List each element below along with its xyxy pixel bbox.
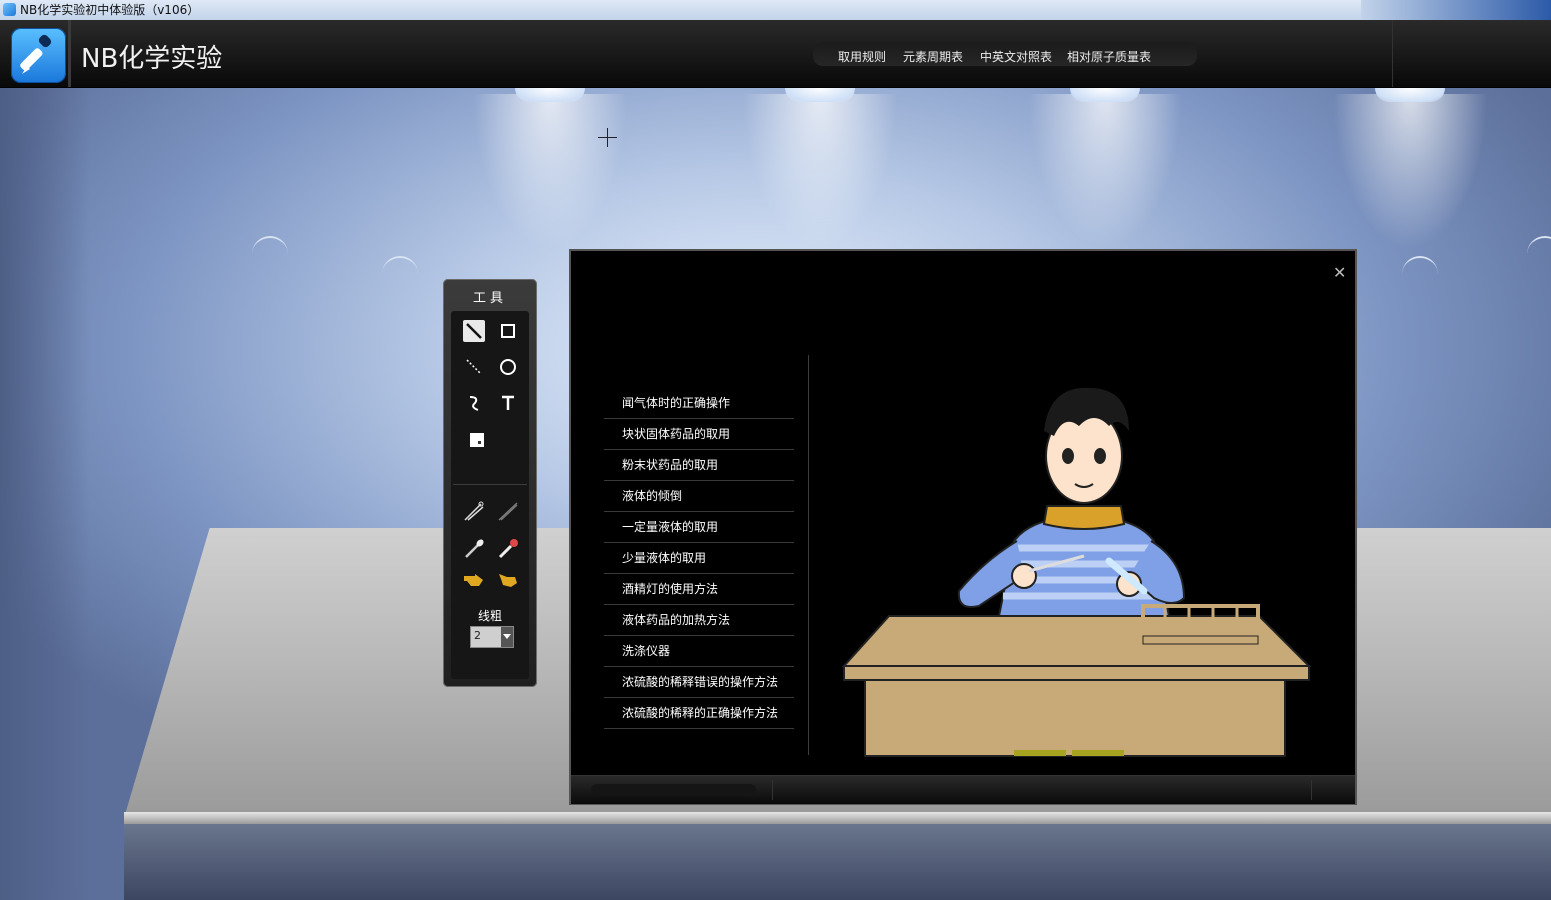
menu-item[interactable]: 酒精灯的使用方法 (604, 574, 794, 605)
nav-access-rules[interactable]: 取用规则 (838, 50, 886, 64)
chevron-down-icon[interactable] (501, 627, 513, 647)
spoon-tool[interactable] (463, 538, 485, 560)
menu-item[interactable]: 闻气体时的正确操作 (604, 388, 794, 419)
tweezers-tool[interactable] (497, 500, 519, 522)
menu-item-label: 浓硫酸的稀释错误的操作方法 (622, 675, 779, 689)
nav-atomic-mass-table[interactable]: 相对原子质量表 (1067, 50, 1151, 64)
menu-item[interactable]: 浓硫酸的稀释错误的操作方法 (604, 667, 794, 698)
titlebar-gradient (1361, 0, 1551, 20)
left-wall-shade (0, 88, 90, 900)
hand-grab-icon (499, 574, 517, 587)
experiment-menu: 闻气体时的正确操作 块状固体药品的取用 粉末状药品的取用 液体的倾倒 一定量液体… (604, 388, 794, 729)
menu-item[interactable]: 少量液体的取用 (604, 543, 794, 574)
app-header: NB化学实验 取用规则 元素周期表 中英文对照表 相对原子质量表 (0, 20, 1551, 88)
menu-item-label: 酒精灯的使用方法 (622, 582, 719, 596)
menu-divider (808, 355, 809, 755)
circle-icon (500, 359, 516, 375)
experiment-video-panel: ✕ 闻气体时的正确操作 块状固体药品的取用 粉末状药品的取用 液体的倾倒 一定量… (569, 249, 1357, 805)
menu-item-label: 液体药品的加热方法 (622, 613, 731, 627)
menu-item-label: 闻气体时的正确操作 (622, 396, 731, 410)
eraser-tool[interactable] (466, 429, 488, 451)
menu-item[interactable]: 粉末状药品的取用 (604, 450, 794, 481)
control-divider (772, 780, 773, 800)
window-title: NB化学实验初中体验版（v106） (20, 3, 200, 17)
menu-item-label: 液体的倾倒 (622, 489, 683, 503)
hand-pointer-icon (464, 574, 483, 586)
crosshair-cursor (598, 128, 617, 147)
tools-divider (453, 484, 527, 485)
tongs-icon (464, 501, 484, 521)
lab-table-front (124, 824, 1551, 900)
dropper-logo-icon (11, 28, 66, 83)
menu-item-label: 洗涤仪器 (622, 644, 671, 658)
menu-item-label: 块状固体药品的取用 (622, 427, 731, 441)
line-width-select[interactable]: 2 (470, 626, 514, 648)
menu-item[interactable]: 块状固体药品的取用 (604, 419, 794, 450)
line-tool[interactable] (463, 320, 485, 342)
nav-cn-en-glossary[interactable]: 中英文对照表 (980, 50, 1052, 64)
ceiling-spotlight (515, 88, 585, 102)
student-illustration (841, 387, 1312, 757)
hand-grab-tool[interactable] (497, 569, 519, 591)
header-divider (1392, 20, 1393, 87)
menu-item-label: 一定量液体的取用 (622, 520, 719, 534)
spoon-icon (465, 539, 484, 558)
line-width-value: 2 (474, 629, 481, 642)
dashed-line-icon (466, 359, 482, 375)
menu-item-label: 少量液体的取用 (622, 551, 707, 565)
rectangle-tool[interactable] (497, 320, 519, 342)
lab-table-edge (124, 812, 1551, 824)
app-brand: NB化学实验 (81, 44, 223, 74)
tweezers-icon (498, 502, 518, 521)
hand-pointer-tool[interactable] (463, 569, 485, 591)
dropper-tool[interactable] (497, 538, 519, 560)
menu-item[interactable]: 液体的倾倒 (604, 481, 794, 512)
tongs-tool[interactable] (463, 500, 485, 522)
top-nav: 取用规则 元素周期表 中英文对照表 相对原子质量表 (813, 42, 1197, 66)
curve-tool[interactable] (463, 392, 485, 414)
ceiling-spotlight (1070, 88, 1140, 102)
logo-divider (68, 20, 71, 87)
menu-item-label: 粉末状药品的取用 (622, 458, 719, 472)
wall-lamp (252, 236, 288, 256)
wall-lamp (1527, 236, 1551, 256)
tools-palette: 工具 线粗 2 (443, 279, 537, 687)
eraser-icon (470, 433, 484, 447)
menu-item[interactable]: 浓硫酸的稀释的正确操作方法 (604, 698, 794, 729)
nav-periodic-table[interactable]: 元素周期表 (903, 50, 963, 64)
text-icon (502, 395, 514, 410)
ceiling-spotlight (1375, 88, 1445, 102)
line-width-label: 线粗 (477, 609, 502, 623)
tools-title: 工具 (472, 291, 507, 306)
window-titlebar: NB化学实验初中体验版（v106） (0, 0, 1551, 21)
line-icon (466, 323, 482, 339)
control-divider (1311, 780, 1312, 800)
video-progress-bar[interactable] (591, 784, 756, 796)
app-icon (3, 3, 16, 16)
circle-tool[interactable] (497, 356, 519, 378)
dropper-icon (498, 539, 518, 559)
menu-item[interactable]: 洗涤仪器 (604, 636, 794, 667)
video-control-bar (571, 775, 1355, 804)
close-icon[interactable]: ✕ (1333, 265, 1346, 281)
menu-item[interactable]: 一定量液体的取用 (604, 512, 794, 543)
wall-lamp (382, 256, 418, 276)
dashed-line-tool[interactable] (463, 356, 485, 378)
curve-icon (469, 396, 479, 411)
rectangle-icon (501, 324, 515, 338)
menu-item[interactable]: 液体药品的加热方法 (604, 605, 794, 636)
ceiling-spotlight (785, 88, 855, 102)
menu-item-label: 浓硫酸的稀释的正确操作方法 (622, 706, 779, 720)
text-tool[interactable] (497, 392, 519, 414)
